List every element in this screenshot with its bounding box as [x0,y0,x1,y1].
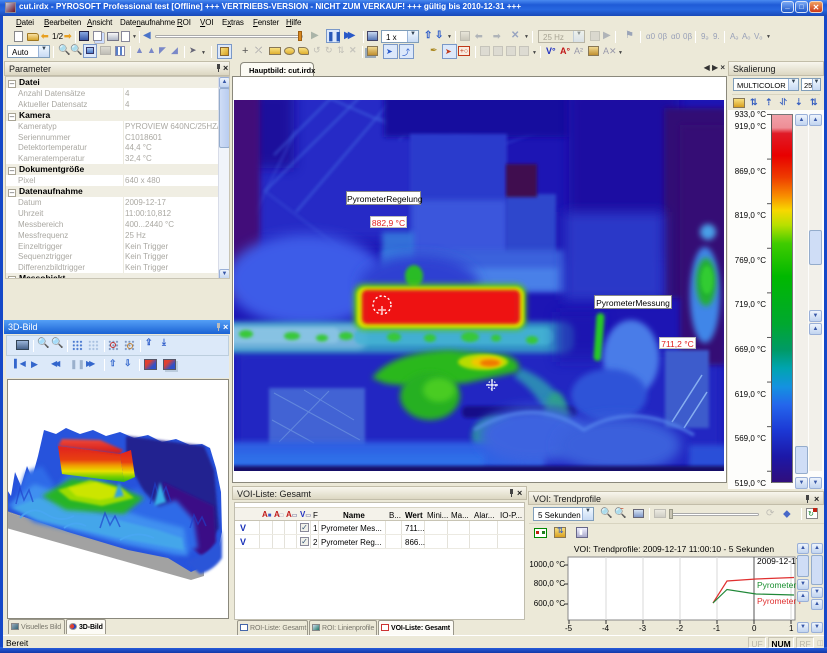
svg-text:Pyrometer I: Pyrometer I [757,580,801,590]
svg-text:Pyrometer I: Pyrometer I [757,596,801,606]
svg-text:2009-12-17: 2009-12-17 [757,556,801,566]
